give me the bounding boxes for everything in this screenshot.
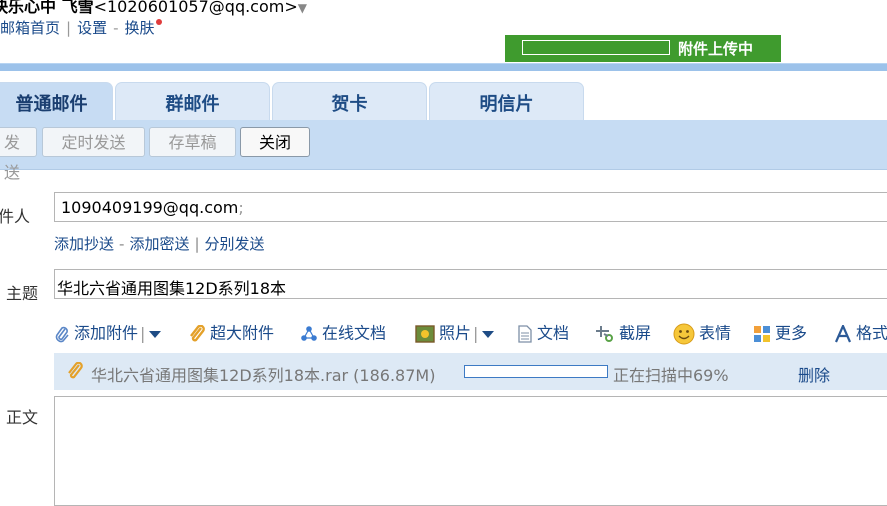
attachment-clip-icon	[68, 362, 83, 379]
send-button[interactable]: 发送	[0, 127, 37, 182]
online-doc-button[interactable]: 在线文档	[300, 320, 386, 347]
paperclip-icon	[55, 326, 69, 342]
body-label: 正文	[6, 408, 39, 427]
subject-field[interactable]: 华北六省通用图集12D系列18本	[54, 269, 887, 299]
attachment-progress-bar	[464, 365, 608, 378]
online-doc-icon	[301, 325, 317, 341]
close-button[interactable]: 关闭	[240, 127, 310, 157]
upload-status-label: 附件上传中	[678, 40, 754, 58]
photo-icon	[415, 324, 435, 343]
upload-status-box: 附件上传中	[505, 35, 781, 62]
subject-value: 华北六省通用图集12D系列18本	[57, 279, 287, 298]
smiley-icon	[673, 323, 695, 344]
header-divider	[0, 63, 887, 71]
add-bcc-link[interactable]: 添加密送	[129, 235, 189, 253]
scissors-icon	[596, 325, 613, 342]
format-button[interactable]: 格式	[834, 320, 887, 347]
mail-home-link[interactable]: 邮箱首页	[0, 19, 60, 37]
tab-group-mail[interactable]: 群邮件	[115, 82, 270, 123]
recipient-field[interactable]: 1090409199@qq.com;	[54, 192, 887, 222]
emoji-button[interactable]: 表情	[673, 320, 731, 347]
big-attachment-icon	[190, 324, 205, 341]
add-cc-link[interactable]: 添加抄送	[54, 235, 114, 253]
upload-progress-bar	[522, 40, 670, 55]
compose-toolbar: 发送 定时发送 存草稿 关闭	[0, 120, 887, 182]
save-draft-button[interactable]: 存草稿	[149, 127, 236, 157]
skin-link[interactable]: 换肤	[125, 19, 155, 37]
account-dropdown-icon[interactable]: ▼	[298, 1, 307, 15]
cc-links: 添加抄送 - 添加密送 | 分别发送	[54, 235, 265, 253]
add-attachment-dropdown-icon[interactable]	[149, 321, 161, 347]
recipient-label: 收件人	[0, 207, 31, 226]
attachment-item: 华北六省通用图集12D系列18本.rar (186.87M) 正在扫描中69% …	[54, 353, 887, 390]
more-grid-icon	[754, 325, 770, 342]
user-email: <1020601057@qq.com>	[93, 0, 298, 16]
top-nav-links: 邮箱首页 | 设置 - 换肤	[0, 17, 162, 38]
attachment-file-name: 华北六省通用图集12D系列18本.rar (186.87M)	[91, 366, 436, 385]
account-header: 快乐心中 飞雪<1020601057@qq.com>▼	[0, 0, 307, 17]
add-attachment-button[interactable]: 添加附件 |	[54, 320, 161, 347]
delete-attachment-link[interactable]: 删除	[798, 362, 830, 386]
separate-send-link[interactable]: 分别发送	[205, 235, 265, 253]
screenshot-button[interactable]: 截屏	[595, 320, 651, 347]
tab-normal-mail[interactable]: 普通邮件	[0, 82, 113, 123]
big-attachment-button[interactable]: 超大附件	[188, 320, 274, 347]
user-name: 快乐心中 飞雪	[0, 0, 94, 16]
body-editor[interactable]	[54, 396, 887, 506]
font-format-icon	[834, 324, 852, 342]
more-button[interactable]: 更多	[753, 320, 807, 347]
photo-dropdown-icon[interactable]	[482, 321, 494, 347]
document-button[interactable]: 文档	[517, 320, 569, 347]
document-icon	[518, 324, 532, 343]
recipient-value: 1090409199@qq.com	[61, 198, 239, 217]
tab-greeting-card[interactable]: 贺卡	[272, 82, 427, 123]
tab-postcard[interactable]: 明信片	[429, 82, 584, 123]
timed-send-button[interactable]: 定时发送	[42, 127, 145, 157]
settings-link[interactable]: 设置	[77, 19, 107, 37]
subject-label: 主题	[6, 284, 39, 303]
notification-dot-icon	[155, 19, 162, 25]
photo-button[interactable]: 照片 |	[415, 320, 494, 347]
attachment-scan-status: 正在扫描中69%	[613, 366, 729, 385]
